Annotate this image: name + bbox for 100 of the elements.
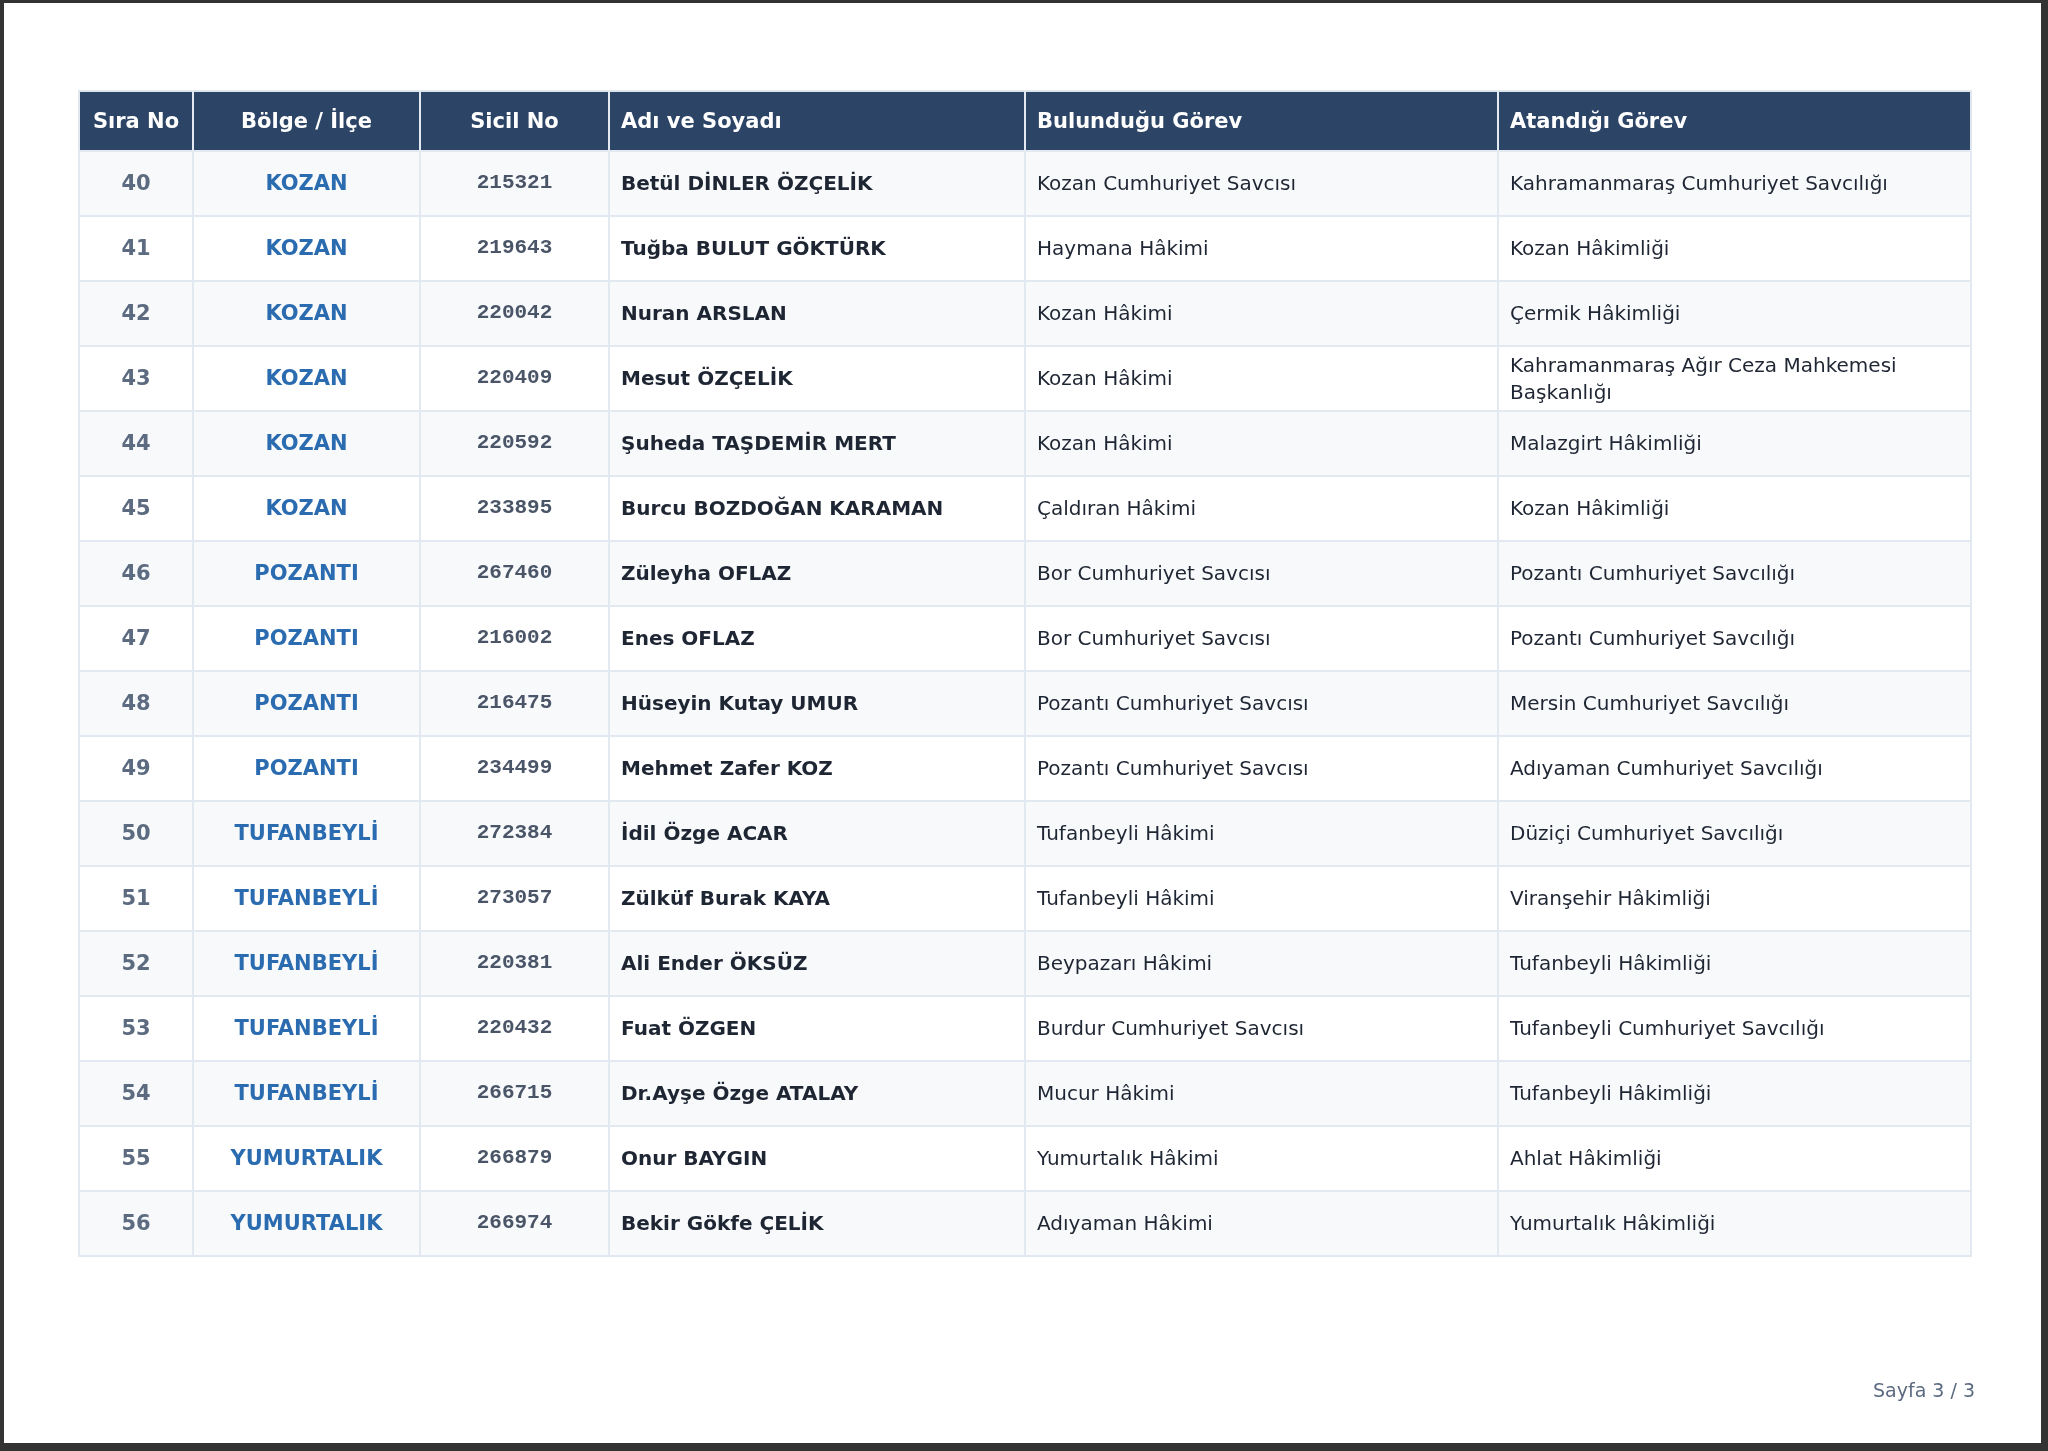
assigned-post-cell: Kahramanmaraş Ağır Ceza Mahkemesi Başkanlığı <box>1498 346 1971 411</box>
row-number-cell: 49 <box>79 736 193 801</box>
row-number-cell: 52 <box>79 931 193 996</box>
assigned-post-cell: Viranşehir Hâkimliği <box>1498 866 1971 931</box>
registry-number-cell: 220042 <box>420 281 609 346</box>
region-cell: KOZAN <box>193 411 420 476</box>
current-post-cell: Kozan Hâkimi <box>1025 281 1498 346</box>
name-cell: Bekir Gökfe ÇELİK <box>609 1191 1025 1256</box>
row-number-cell: 55 <box>79 1126 193 1191</box>
current-post-cell: Bor Cumhuriyet Savcısı <box>1025 606 1498 671</box>
row-number-cell: 47 <box>79 606 193 671</box>
current-post-cell: Kozan Hâkimi <box>1025 346 1498 411</box>
registry-number-cell: 216475 <box>420 671 609 736</box>
row-number-cell: 51 <box>79 866 193 931</box>
assigned-post-cell: Yumurtalık Hâkimliği <box>1498 1191 1971 1256</box>
page-number: Sayfa 3 / 3 <box>1873 1379 1975 1401</box>
current-post-cell: Beypazarı Hâkimi <box>1025 931 1498 996</box>
current-post-cell: Pozantı Cumhuriyet Savcısı <box>1025 736 1498 801</box>
region-cell: YUMURTALIK <box>193 1191 420 1256</box>
region-cell: TUFANBEYLİ <box>193 996 420 1061</box>
region-cell: TUFANBEYLİ <box>193 866 420 931</box>
assigned-post-cell: Ahlat Hâkimliği <box>1498 1126 1971 1191</box>
registry-number-cell: 266879 <box>420 1126 609 1191</box>
assigned-post-cell: Tufanbeyli Hâkimliği <box>1498 931 1971 996</box>
current-post-cell: Adıyaman Hâkimi <box>1025 1191 1498 1256</box>
registry-number-cell: 215321 <box>420 151 609 216</box>
row-number-cell: 44 <box>79 411 193 476</box>
assigned-post-cell: Tufanbeyli Hâkimliği <box>1498 1061 1971 1126</box>
name-cell: İdil Özge ACAR <box>609 801 1025 866</box>
registry-number-cell: 234499 <box>420 736 609 801</box>
row-number-cell: 56 <box>79 1191 193 1256</box>
name-cell: Ali Ender ÖKSÜZ <box>609 931 1025 996</box>
current-post-cell: Kozan Hâkimi <box>1025 411 1498 476</box>
assigned-post-cell: Malazgirt Hâkimliği <box>1498 411 1971 476</box>
registry-number-cell: 220409 <box>420 346 609 411</box>
row-number-cell: 42 <box>79 281 193 346</box>
name-cell: Şuheda TAŞDEMİR MERT <box>609 411 1025 476</box>
name-cell: Burcu BOZDOĞAN KARAMAN <box>609 476 1025 541</box>
name-cell: Tuğba BULUT GÖKTÜRK <box>609 216 1025 281</box>
current-post-cell: Bor Cumhuriyet Savcısı <box>1025 541 1498 606</box>
region-cell: POZANTI <box>193 541 420 606</box>
row-number-cell: 48 <box>79 671 193 736</box>
current-post-cell: Mucur Hâkimi <box>1025 1061 1498 1126</box>
column-header: Adı ve Soyadı <box>609 91 1025 151</box>
region-cell: POZANTI <box>193 606 420 671</box>
region-cell: POZANTI <box>193 736 420 801</box>
registry-number-cell: 266715 <box>420 1061 609 1126</box>
region-cell: POZANTI <box>193 671 420 736</box>
name-cell: Mehmet Zafer KOZ <box>609 736 1025 801</box>
registry-number-cell: 233895 <box>420 476 609 541</box>
current-post-cell: Çaldıran Hâkimi <box>1025 476 1498 541</box>
registry-number-cell: 220592 <box>420 411 609 476</box>
name-cell: Enes OFLAZ <box>609 606 1025 671</box>
region-cell: YUMURTALIK <box>193 1126 420 1191</box>
column-header: Bölge / İlçe <box>193 91 420 151</box>
registry-number-cell: 220432 <box>420 996 609 1061</box>
assigned-post-cell: Mersin Cumhuriyet Savcılığı <box>1498 671 1971 736</box>
name-cell: Dr.Ayşe Özge ATALAY <box>609 1061 1025 1126</box>
region-cell: KOZAN <box>193 216 420 281</box>
assigned-post-cell: Pozantı Cumhuriyet Savcılığı <box>1498 541 1971 606</box>
row-number-cell: 46 <box>79 541 193 606</box>
assigned-post-cell: Kozan Hâkimliği <box>1498 216 1971 281</box>
region-cell: KOZAN <box>193 281 420 346</box>
registry-number-cell: 216002 <box>420 606 609 671</box>
current-post-cell: Kozan Cumhuriyet Savcısı <box>1025 151 1498 216</box>
row-number-cell: 54 <box>79 1061 193 1126</box>
row-number-cell: 43 <box>79 346 193 411</box>
row-number-cell: 50 <box>79 801 193 866</box>
region-cell: TUFANBEYLİ <box>193 1061 420 1126</box>
region-cell: KOZAN <box>193 476 420 541</box>
current-post-cell: Pozantı Cumhuriyet Savcısı <box>1025 671 1498 736</box>
row-number-cell: 45 <box>79 476 193 541</box>
name-cell: Betül DİNLER ÖZÇELİK <box>609 151 1025 216</box>
column-header: Bulunduğu Görev <box>1025 91 1498 151</box>
current-post-cell: Tufanbeyli Hâkimi <box>1025 801 1498 866</box>
name-cell: Fuat ÖZGEN <box>609 996 1025 1061</box>
current-post-cell: Haymana Hâkimi <box>1025 216 1498 281</box>
column-header: Atandığı Görev <box>1498 91 1971 151</box>
name-cell: Zülküf Burak KAYA <box>609 866 1025 931</box>
assigned-post-cell: Çermik Hâkimliği <box>1498 281 1971 346</box>
name-cell: Hüseyin Kutay UMUR <box>609 671 1025 736</box>
registry-number-cell: 267460 <box>420 541 609 606</box>
name-cell: Mesut ÖZÇELİK <box>609 346 1025 411</box>
name-cell: Nuran ARSLAN <box>609 281 1025 346</box>
current-post-cell: Yumurtalık Hâkimi <box>1025 1126 1498 1191</box>
assigned-post-cell: Pozantı Cumhuriyet Savcılığı <box>1498 606 1971 671</box>
assigned-post-cell: Tufanbeyli Cumhuriyet Savcılığı <box>1498 996 1971 1061</box>
registry-number-cell: 266974 <box>420 1191 609 1256</box>
column-header: Sicil No <box>420 91 609 151</box>
registry-number-cell: 273057 <box>420 866 609 931</box>
region-cell: KOZAN <box>193 151 420 216</box>
current-post-cell: Burdur Cumhuriyet Savcısı <box>1025 996 1498 1061</box>
registry-number-cell: 220381 <box>420 931 609 996</box>
region-cell: KOZAN <box>193 346 420 411</box>
assigned-post-cell: Kozan Hâkimliği <box>1498 476 1971 541</box>
region-cell: TUFANBEYLİ <box>193 931 420 996</box>
current-post-cell: Tufanbeyli Hâkimi <box>1025 866 1498 931</box>
name-cell: Onur BAYGIN <box>609 1126 1025 1191</box>
row-number-cell: 41 <box>79 216 193 281</box>
registry-number-cell: 219643 <box>420 216 609 281</box>
